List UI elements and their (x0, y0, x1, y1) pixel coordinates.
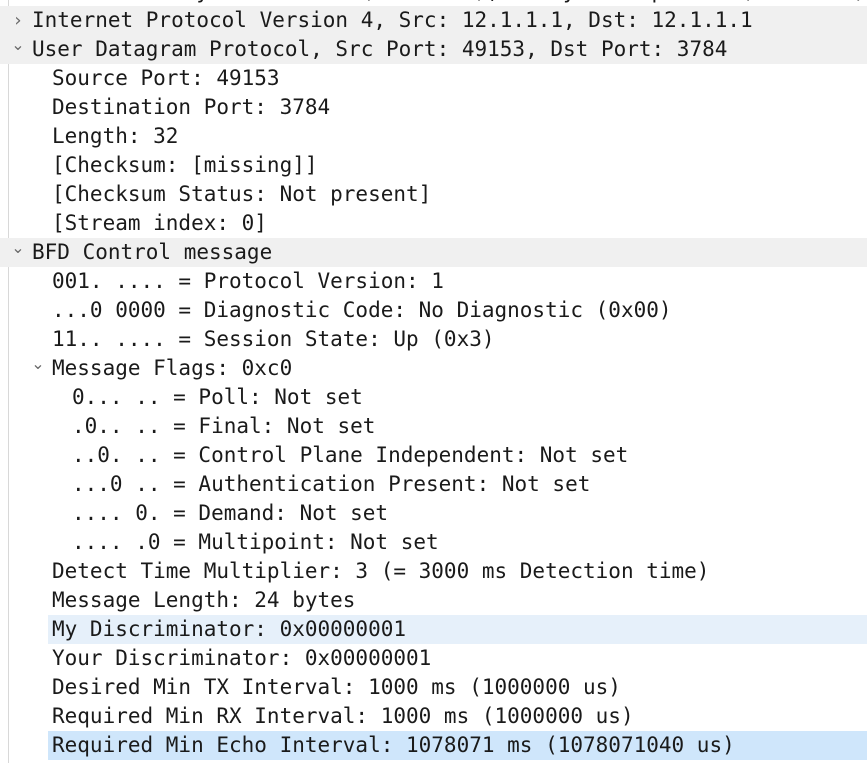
tree-row-label: Your Discriminator: 0x00000001 (52, 646, 432, 670)
chevron-down-icon[interactable]: ⌄ (11, 30, 25, 59)
tree-row[interactable]: Detect Time Multiplier: 3 (= 3000 ms Det… (0, 557, 867, 586)
tree-row-label: 001. .... = Protocol Version: 1 (52, 269, 444, 293)
tree-row[interactable]: › Internet Protocol Version 4, Src: 12.1.… (0, 6, 867, 35)
tree-row[interactable]: Your Discriminator: 0x00000001 (0, 644, 867, 673)
tree-row[interactable]: 0... .. = Poll: Not set (0, 383, 867, 412)
tree-row[interactable]: ...0 0000 = Diagnostic Code: No Diagnost… (0, 296, 867, 325)
tree-row-label: .... .0 = Multipoint: Not set (72, 530, 439, 554)
tree-row-label: Required Min Echo Interval: 1078071 ms (… (52, 733, 735, 757)
tree-row-label: Destination Port: 3784 (52, 95, 331, 119)
tree-row-label: [Checksum: [missing]] (52, 153, 318, 177)
tree-row[interactable]: Message Length: 24 bytes (0, 586, 867, 615)
tree-row-label: ...0 0000 = Diagnostic Code: No Diagnost… (52, 298, 672, 322)
tree-row[interactable]: 001. .... = Protocol Version: 1 (0, 267, 867, 296)
tree-row-label: [Stream index: 0] (52, 211, 267, 235)
tree-row-label: Source Port: 49153 (52, 66, 280, 90)
tree-row[interactable]: .... .0 = Multipoint: Not set (0, 528, 867, 557)
tree-row-label: 0... .. = Poll: Not set (72, 385, 363, 409)
tree-row[interactable]: Required Min RX Interval: 1000 ms (10000… (0, 702, 867, 731)
tree-row[interactable]: .0.. .. = Final: Not set (0, 412, 867, 441)
tree-row-label: Detect Time Multiplier: 3 (= 3000 ms Det… (52, 559, 710, 583)
tree-row-label: Desired Min TX Interval: 1000 ms (100000… (52, 675, 621, 699)
tree-row-label: ...0 .. = Authentication Present: Not se… (72, 472, 591, 496)
tree-row-label: 11.. .... = Session State: Up (0x3) (52, 327, 495, 351)
chevron-down-icon[interactable]: ⌄ (31, 349, 45, 378)
chevron-down-icon[interactable]: ⌄ (11, 233, 25, 262)
tree-row[interactable]: ⌄ BFD Control message (0, 238, 867, 267)
tree-row-label: Message Flags: 0xc0 (52, 356, 293, 380)
tree-row[interactable]: Required Min Echo Interval: 1078071 ms (… (48, 731, 867, 760)
tree-row[interactable]: Destination Port: 3784 (0, 93, 867, 122)
tree-row-label: .... 0. = Demand: Not set (72, 501, 389, 525)
tree-row-label: ..0. .. = Control Plane Independent: Not… (72, 443, 629, 467)
tree-row-label: Length: 32 (52, 124, 179, 148)
tree-row[interactable]: ⌄ Message Flags: 0xc0 (0, 354, 867, 383)
tree-row[interactable]: [Stream index: 0] (0, 209, 867, 238)
tree-row[interactable]: [Checksum: [missing]] (0, 151, 867, 180)
tree-row[interactable]: ..0. .. = Control Plane Independent: Not… (0, 441, 867, 470)
tree-row[interactable]: ...0 .. = Authentication Present: Not se… (0, 470, 867, 499)
tree-row-label: Internet Protocol Version 4, Src: 12.1.1… (32, 8, 753, 32)
tree-row[interactable]: My Discriminator: 0x00000001 (48, 615, 867, 644)
tree-row[interactable]: Source Port: 49153 (0, 64, 867, 93)
tree-row[interactable]: .... 0. = Demand: Not set (0, 499, 867, 528)
tree-row-label: My Discriminator: 0x00000001 (52, 617, 407, 641)
tree-row-label: [Checksum Status: Not present] (52, 182, 432, 206)
tree-row[interactable]: ⌄ User Datagram Protocol, Src Port: 49153… (0, 35, 867, 64)
tree-row[interactable]: 11.. .... = Session State: Up (0x3) (0, 325, 867, 354)
tree-row[interactable]: [Checksum Status: Not present] (0, 180, 867, 209)
tree-row-label: BFD Control message (32, 240, 273, 264)
tree-row[interactable]: Desired Min TX Interval: 1000 ms (100000… (0, 673, 867, 702)
packet-details-tree: ›Frame 1: 66 bytes on wire (528 bits), 6… (0, 0, 867, 760)
tree-row-label: Required Min RX Interval: 1000 ms (10000… (52, 704, 634, 728)
tree-row-label: Message Length: 24 bytes (52, 588, 356, 612)
tree-row[interactable]: Length: 32 (0, 122, 867, 151)
tree-row-label: .0.. .. = Final: Not set (72, 414, 376, 438)
tree-row-label: User Datagram Protocol, Src Port: 49153,… (32, 37, 728, 61)
